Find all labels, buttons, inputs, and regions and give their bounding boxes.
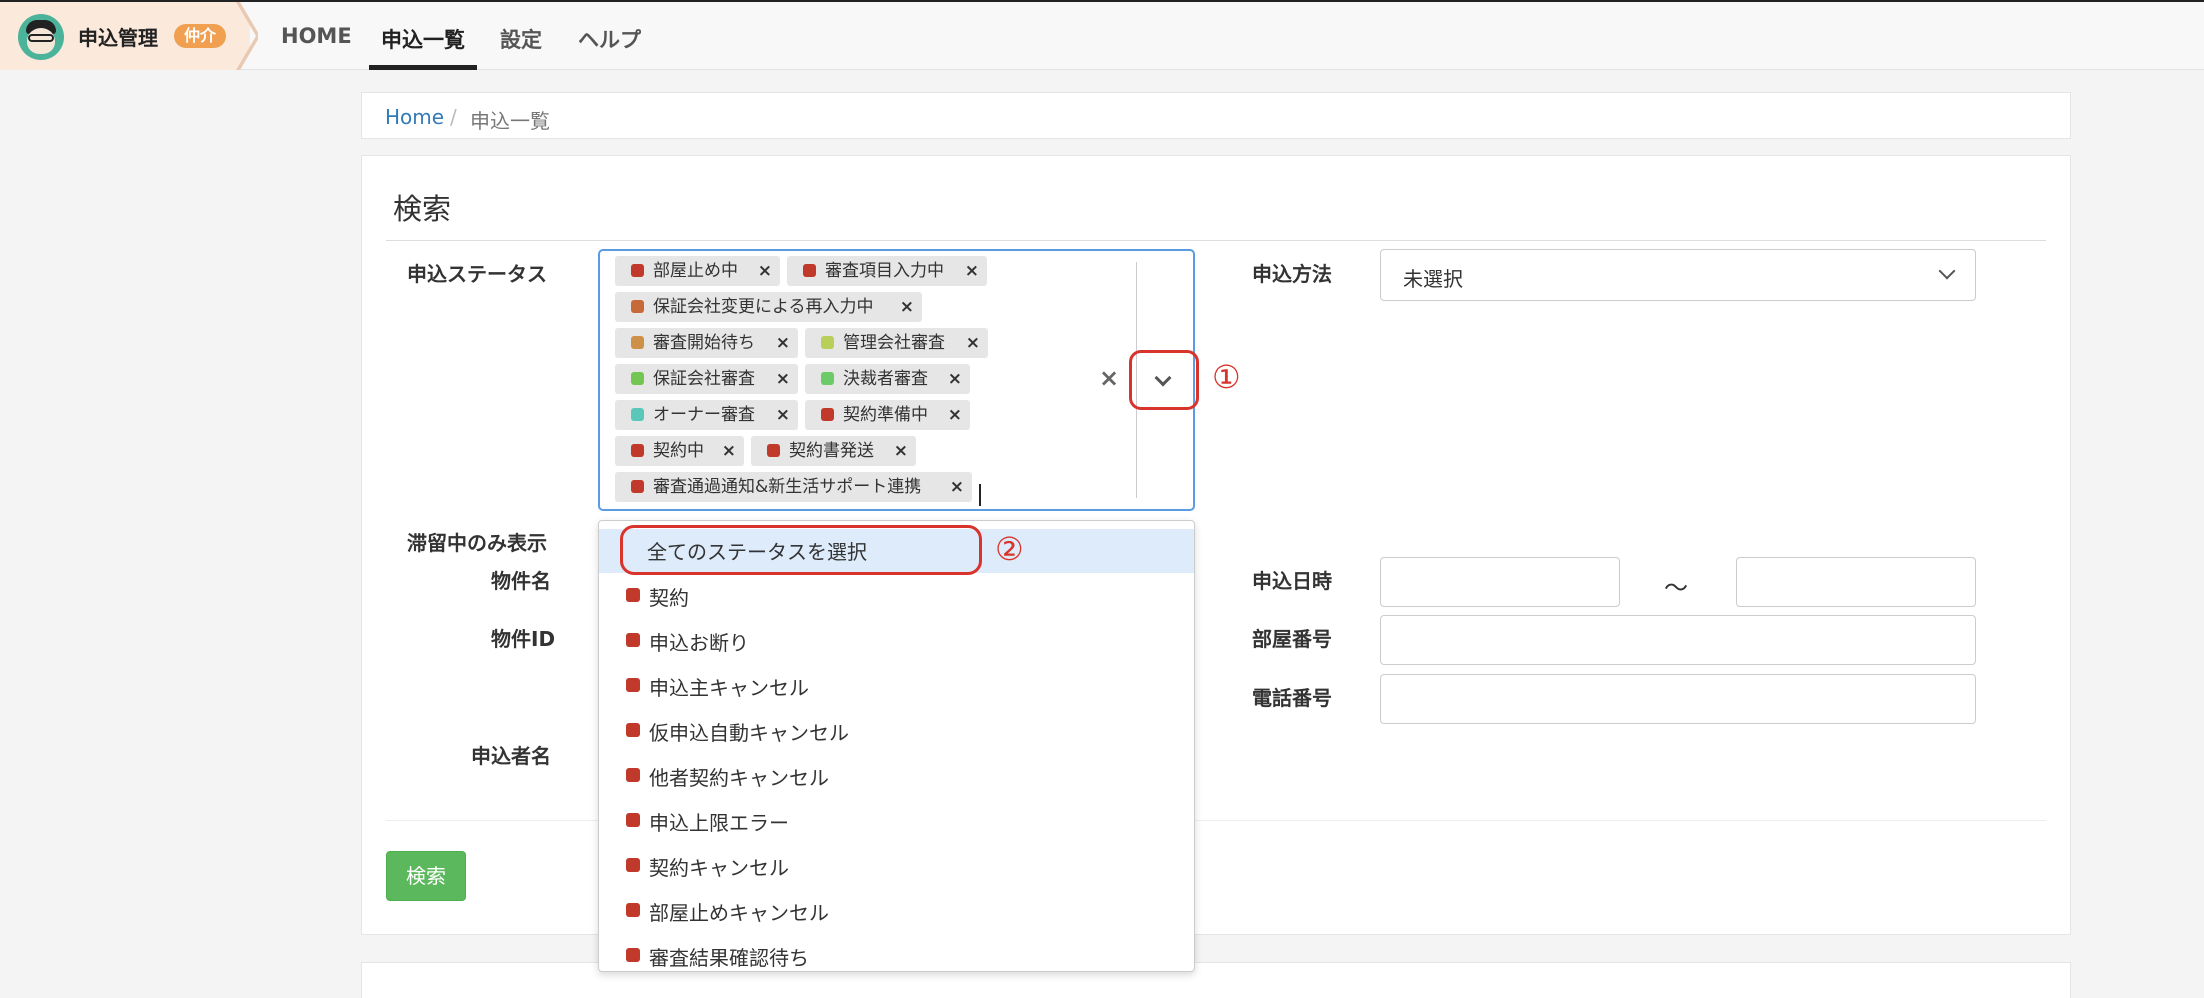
- status-color-icon: [821, 408, 834, 421]
- date-range-separator: ～: [1664, 574, 1688, 602]
- status-chip: 契約書発送 ×: [751, 436, 916, 466]
- status-chip: 決裁者審査 ×: [805, 364, 970, 394]
- search-button[interactable]: 検索: [386, 851, 466, 901]
- brand-badge: 仲介: [174, 24, 227, 48]
- chip-remove-icon[interactable]: ×: [776, 400, 790, 430]
- title-divider: [386, 240, 2046, 241]
- status-color-icon: [631, 372, 644, 385]
- dropdown-option[interactable]: 契約キャンセル: [599, 843, 1194, 888]
- dropdown-option[interactable]: 申込上限エラー: [599, 798, 1194, 843]
- breadcrumb-current: 申込一覧: [470, 109, 550, 133]
- date-to-input[interactable]: [1736, 557, 1976, 607]
- room-number-label: 部屋番号: [1252, 627, 1332, 651]
- status-dropdown-menu: 契約 申込お断り 申込主キャンセル 仮申込自動キャンセル 他者契約キャンセル 申…: [598, 520, 1195, 972]
- annotation-one: ①: [1212, 358, 1241, 396]
- annotation-two: ②: [995, 530, 1024, 568]
- status-color-icon: [626, 858, 640, 872]
- status-color-icon: [803, 264, 816, 277]
- status-chip: 契約中 ×: [615, 436, 744, 466]
- chip-remove-icon[interactable]: ×: [776, 328, 790, 358]
- chip-remove-icon[interactable]: ×: [948, 364, 962, 394]
- nav-settings[interactable]: 設定: [500, 24, 542, 54]
- date-from-input[interactable]: [1380, 557, 1620, 607]
- stagnant-only-label: 滞留中のみ表示: [407, 531, 547, 555]
- dropdown-option[interactable]: 仮申込自動キャンセル: [599, 708, 1194, 753]
- status-chip: 管理会社審査 ×: [805, 328, 988, 358]
- dropdown-option[interactable]: 他者契約キャンセル: [599, 753, 1194, 798]
- chip-remove-icon[interactable]: ×: [776, 364, 790, 394]
- status-chip: 審査通過通知&新生活サポート連携 ×: [615, 472, 972, 502]
- brand-title: 申込管理: [78, 26, 158, 50]
- chip-remove-icon[interactable]: ×: [965, 256, 979, 286]
- clear-all-icon[interactable]: ×: [1099, 364, 1119, 392]
- chip-remove-icon[interactable]: ×: [722, 436, 736, 466]
- status-chip: 契約準備中 ×: [805, 400, 970, 430]
- top-navbar: 申込管理 仲介 HOME 申込一覧 設定 ヘルプ: [0, 0, 2204, 70]
- status-chip: 保証会社審査 ×: [615, 364, 798, 394]
- chip-remove-icon[interactable]: ×: [966, 328, 980, 358]
- nav-home[interactable]: HOME: [281, 24, 352, 48]
- status-chip: 部屋止め中 ×: [615, 256, 780, 286]
- nav-help[interactable]: ヘルプ: [578, 24, 641, 54]
- dropdown-option[interactable]: 部屋止めキャンセル: [599, 888, 1194, 933]
- property-name-label: 物件名: [491, 569, 551, 593]
- phone-input[interactable]: [1380, 674, 1976, 724]
- status-color-icon: [626, 768, 640, 782]
- status-color-icon: [631, 444, 644, 457]
- room-number-input[interactable]: [1380, 615, 1976, 665]
- breadcrumb-separator: /: [450, 105, 457, 129]
- chevron-down-icon: [1938, 262, 1956, 280]
- status-label: 申込ステータス: [407, 262, 547, 286]
- status-color-icon: [631, 264, 644, 277]
- status-color-icon: [626, 813, 640, 827]
- method-select-value: 未選択: [1403, 267, 1463, 291]
- avatar-icon: [18, 14, 64, 60]
- phone-label: 電話番号: [1252, 686, 1332, 710]
- dropdown-option[interactable]: 申込お断り: [599, 618, 1194, 663]
- status-color-icon: [626, 723, 640, 737]
- status-color-icon: [767, 444, 780, 457]
- status-color-icon: [626, 948, 640, 962]
- status-color-icon: [821, 372, 834, 385]
- breadcrumb-home-link[interactable]: Home: [385, 105, 444, 129]
- date-label: 申込日時: [1252, 569, 1332, 593]
- chip-remove-icon[interactable]: ×: [758, 256, 772, 286]
- status-color-icon: [631, 480, 644, 493]
- chip-remove-icon[interactable]: ×: [900, 292, 914, 322]
- search-title: 検索: [393, 192, 452, 226]
- applicant-name-label: 申込者名: [471, 744, 551, 768]
- property-id-label: 物件ID: [491, 627, 556, 651]
- nav-application-list[interactable]: 申込一覧: [381, 24, 465, 54]
- status-chip: 審査開始待ち ×: [615, 328, 798, 358]
- status-color-icon: [631, 408, 644, 421]
- status-color-icon: [626, 678, 640, 692]
- nav-active-indicator: [369, 65, 477, 70]
- status-chip: オーナー審査 ×: [615, 400, 798, 430]
- chip-remove-icon[interactable]: ×: [950, 472, 964, 502]
- chip-remove-icon[interactable]: ×: [894, 436, 908, 466]
- status-chip: 保証会社変更による再入力中 ×: [615, 292, 922, 322]
- dropdown-option[interactable]: 審査結果確認待ち: [599, 933, 1194, 971]
- text-caret: [979, 484, 981, 506]
- status-color-icon: [626, 903, 640, 917]
- chip-remove-icon[interactable]: ×: [948, 400, 962, 430]
- method-label: 申込方法: [1252, 262, 1332, 286]
- breadcrumb: Home / 申込一覧: [361, 92, 2071, 139]
- status-color-icon: [626, 588, 640, 602]
- method-select[interactable]: 未選択: [1380, 249, 1976, 301]
- status-color-icon: [626, 633, 640, 647]
- dropdown-option[interactable]: 契約: [599, 573, 1194, 618]
- status-chip: 審査項目入力中 ×: [787, 256, 987, 286]
- status-color-icon: [631, 336, 644, 349]
- status-color-icon: [821, 336, 834, 349]
- dropdown-option[interactable]: 申込主キャンセル: [599, 663, 1194, 708]
- select-all-label[interactable]: 全てのステータスを選択: [647, 536, 867, 565]
- status-color-icon: [631, 300, 644, 313]
